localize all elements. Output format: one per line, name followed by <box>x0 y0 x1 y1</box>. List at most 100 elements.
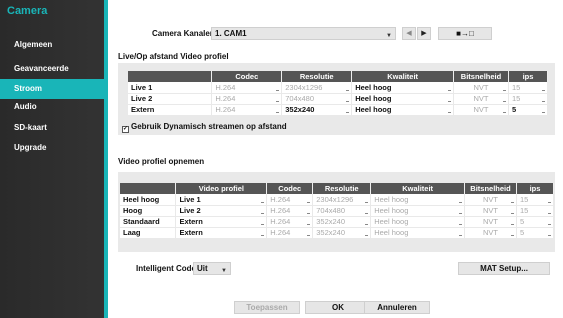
chevron-left-icon: ◀ <box>406 30 412 37</box>
chevron-right-icon: ▶ <box>421 30 427 37</box>
ips-select[interactable]: 15 <box>508 82 548 94</box>
column-header: Video profiel <box>175 183 268 194</box>
camera-channel-row: Camera Kanalen : 1. CAM1 ▼ ◀ ▶ ■→□ <box>108 27 563 41</box>
sidebar-item-stroom[interactable]: Stroom <box>0 79 104 99</box>
resolution-select[interactable]: 2304x1296 <box>312 194 372 206</box>
column-header: ips <box>508 71 548 82</box>
bitrate-select[interactable]: NVT <box>464 227 518 239</box>
codec-select[interactable]: H.264 <box>211 104 283 116</box>
table-row: Heel hoog Live 1 H.264 2304x1296 Heel ho… <box>120 194 554 206</box>
table-row: Laag Extern H.264 352x240 Heel hoog NVT … <box>120 227 554 239</box>
sidebar-item-upgrade[interactable]: Upgrade <box>0 138 104 158</box>
bitrate-select[interactable]: NVT <box>464 194 518 206</box>
resolution-select[interactable]: 352x240 <box>312 227 372 239</box>
column-header: Codec <box>211 71 283 82</box>
table-row: Standaard Extern H.264 352x240 Heel hoog… <box>120 216 554 228</box>
ips-select[interactable]: 5 <box>516 216 554 228</box>
row-name: Extern <box>128 104 213 116</box>
record-profile-table: Video profiel Codec Resolutie Kwaliteit … <box>120 183 554 239</box>
video-profile-select[interactable]: Extern <box>175 216 268 228</box>
record-profile-title: Video profiel opnemen <box>118 157 205 166</box>
checkbox-checked-icon: ✓ <box>122 126 129 133</box>
resolution-select[interactable]: 704x480 <box>281 93 353 105</box>
camera-channel-value: 1. CAM1 <box>215 29 247 38</box>
ips-select[interactable]: 15 <box>508 93 548 105</box>
cancel-button[interactable]: Annuleren <box>364 301 430 314</box>
sidebar-title: Camera <box>7 5 48 17</box>
resolution-select[interactable]: 352x240 <box>281 104 353 116</box>
row-name: Heel hoog <box>120 194 177 206</box>
camera-channel-label: Camera Kanalen : <box>152 29 220 38</box>
ips-select[interactable]: 15 <box>516 194 554 206</box>
table-row: Live 2 H.264 704x480 Heel hoog NVT 15 <box>128 93 548 105</box>
copy-settings-button[interactable]: ■→□ <box>438 27 492 40</box>
bitrate-select[interactable]: NVT <box>464 216 518 228</box>
table-row: Live 1 H.264 2304x1296 Heel hoog NVT 15 <box>128 82 548 94</box>
table-header-row: Video profiel Codec Resolutie Kwaliteit … <box>120 183 554 194</box>
bitrate-select[interactable]: NVT <box>453 93 509 105</box>
intelligent-codec-value: Uit <box>197 264 208 273</box>
camera-channel-select[interactable]: 1. CAM1 ▼ <box>211 27 396 40</box>
ips-select[interactable]: 5 <box>508 104 548 116</box>
mat-setup-button[interactable]: MAT Setup... <box>458 262 550 275</box>
sidebar: Camera Algemeen Geavanceerde installatie… <box>0 0 106 318</box>
quality-select[interactable]: Heel hoog <box>370 227 466 239</box>
chevron-down-icon: ▼ <box>386 33 392 39</box>
copy-settings-icon: ■→□ <box>456 29 474 38</box>
sidebar-item-algemeen[interactable]: Algemeen <box>0 35 104 55</box>
quality-select[interactable]: Heel hoog <box>370 194 466 206</box>
resolution-select[interactable]: 704x480 <box>312 205 372 217</box>
row-name: Live 2 <box>128 93 213 105</box>
prev-camera-button[interactable]: ◀ <box>402 27 416 40</box>
dynamic-streaming-label: Gebruik Dynamisch streamen op afstand <box>131 122 287 131</box>
row-name: Standaard <box>120 216 177 228</box>
quality-select[interactable]: Heel hoog <box>351 104 455 116</box>
dynamic-streaming-checkbox[interactable]: ✓ Gebruik Dynamisch streamen op afstand <box>122 122 287 133</box>
live-profile-table: Codec Resolutie Kwaliteit Bitsnelheid ip… <box>128 71 548 116</box>
chevron-down-icon: ▼ <box>221 268 227 274</box>
quality-select[interactable]: Heel hoog <box>351 82 455 94</box>
column-header: Resolutie <box>281 71 353 82</box>
codec-select[interactable]: H.264 <box>211 93 283 105</box>
ok-button[interactable]: OK <box>305 301 371 314</box>
column-header <box>120 183 177 194</box>
ips-select[interactable]: 15 <box>516 205 554 217</box>
video-profile-select[interactable]: Live 1 <box>175 194 268 206</box>
column-header: Resolutie <box>312 183 372 194</box>
table-row: Hoog Live 2 H.264 704x480 Heel hoog NVT … <box>120 205 554 217</box>
bitrate-select[interactable]: NVT <box>453 82 509 94</box>
row-name: Hoog <box>120 205 177 217</box>
video-profile-select[interactable]: Extern <box>175 227 268 239</box>
table-header-row: Codec Resolutie Kwaliteit Bitsnelheid ip… <box>128 71 548 82</box>
sidebar-item-geavanceerde-installatie[interactable]: Geavanceerde installatie <box>0 59 104 93</box>
video-profile-select[interactable]: Live 2 <box>175 205 268 217</box>
codec-select[interactable]: H.264 <box>266 205 314 217</box>
codec-select[interactable]: H.264 <box>266 227 314 239</box>
column-header: ips <box>516 183 554 194</box>
apply-button[interactable]: Toepassen <box>234 301 300 314</box>
next-camera-button[interactable]: ▶ <box>417 27 431 40</box>
codec-select[interactable]: H.264 <box>266 216 314 228</box>
column-header: Kwaliteit <box>351 71 455 82</box>
row-name: Laag <box>120 227 177 239</box>
column-header: Codec <box>266 183 314 194</box>
codec-select[interactable]: H.264 <box>211 82 283 94</box>
ips-select[interactable]: 5 <box>516 227 554 239</box>
resolution-select[interactable]: 2304x1296 <box>281 82 353 94</box>
sidebar-item-audio[interactable]: Audio <box>0 97 104 117</box>
sidebar-item-sd-kaart[interactable]: SD-kaart <box>0 118 104 138</box>
resolution-select[interactable]: 352x240 <box>312 216 372 228</box>
bitrate-select[interactable]: NVT <box>464 205 518 217</box>
bitrate-select[interactable]: NVT <box>453 104 509 116</box>
live-profile-title: Live/Op afstand Video profiel <box>118 52 229 61</box>
quality-select[interactable]: Heel hoog <box>351 93 455 105</box>
main-content: Camera Kanalen : 1. CAM1 ▼ ◀ ▶ ■→□ Live/… <box>108 0 563 318</box>
intelligent-codec-select[interactable]: Uit ▼ <box>193 262 231 275</box>
column-header: Bitsnelheid <box>453 71 509 82</box>
table-row: Extern H.264 352x240 Heel hoog NVT 5 <box>128 104 548 116</box>
intelligent-codec-label: Intelligent Codec <box>136 264 201 273</box>
codec-select[interactable]: H.264 <box>266 194 314 206</box>
quality-select[interactable]: Heel hoog <box>370 205 466 217</box>
row-name: Live 1 <box>128 82 213 94</box>
quality-select[interactable]: Heel hoog <box>370 216 466 228</box>
